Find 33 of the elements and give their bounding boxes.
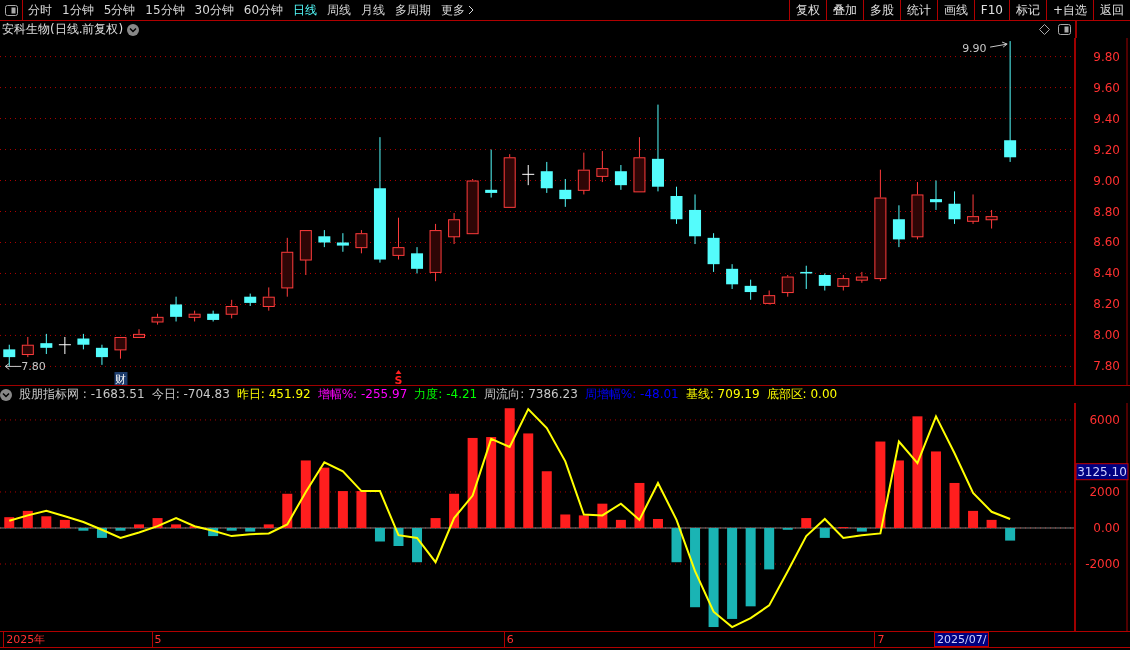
indicator-value: 底部区: 0.00	[766, 386, 838, 403]
cursor-date-label: 2025/07/	[934, 632, 990, 647]
chart-title: 安科生物(日线.前复权)	[1, 21, 124, 38]
indicator-value: 今日: -704.83	[151, 386, 230, 403]
indicator-value: 周增幅%: -48.01	[584, 386, 679, 403]
axis-label: 9.00	[1093, 173, 1120, 188]
date-label: 5	[151, 632, 162, 647]
axis-label: 9.40	[1093, 111, 1120, 126]
axis-label: 9.80	[1093, 49, 1120, 64]
current-value-label: 3125.10	[1075, 463, 1129, 481]
axis-label: -2000	[1085, 557, 1120, 571]
indicator-value: 基线: 709.19	[685, 386, 760, 403]
axis-label: 6000	[1089, 412, 1120, 427]
axis-label: 9.20	[1093, 142, 1120, 157]
date-label: 2025年	[3, 632, 46, 647]
date-label: 6	[503, 632, 514, 647]
indicator-value: 昨日: 451.92	[236, 386, 311, 403]
low-price-label: 7.80	[21, 360, 46, 374]
indicator-value: 股朋指标网 : -1683.51	[19, 386, 145, 403]
indicator-value: 增幅%: -255.97	[317, 386, 408, 403]
indicator-value: 周流向: 7386.23	[484, 386, 578, 403]
axis-label: 9.60	[1093, 80, 1120, 95]
axis-label: 8.40	[1093, 266, 1120, 281]
axis-label: 8.60	[1093, 235, 1120, 250]
axis-label: 8.80	[1093, 204, 1120, 219]
axis-label: 8.20	[1093, 297, 1120, 312]
indicator-value: 力度: -4.21	[414, 386, 478, 403]
axis-label: 7.80	[1093, 359, 1120, 374]
axis-label: 8.00	[1093, 328, 1120, 343]
high-price-label: 9.90	[962, 42, 987, 56]
axis-label: 2000	[1089, 484, 1120, 499]
axis-label: 0.00	[1093, 521, 1120, 535]
date-label: 7	[874, 632, 885, 647]
